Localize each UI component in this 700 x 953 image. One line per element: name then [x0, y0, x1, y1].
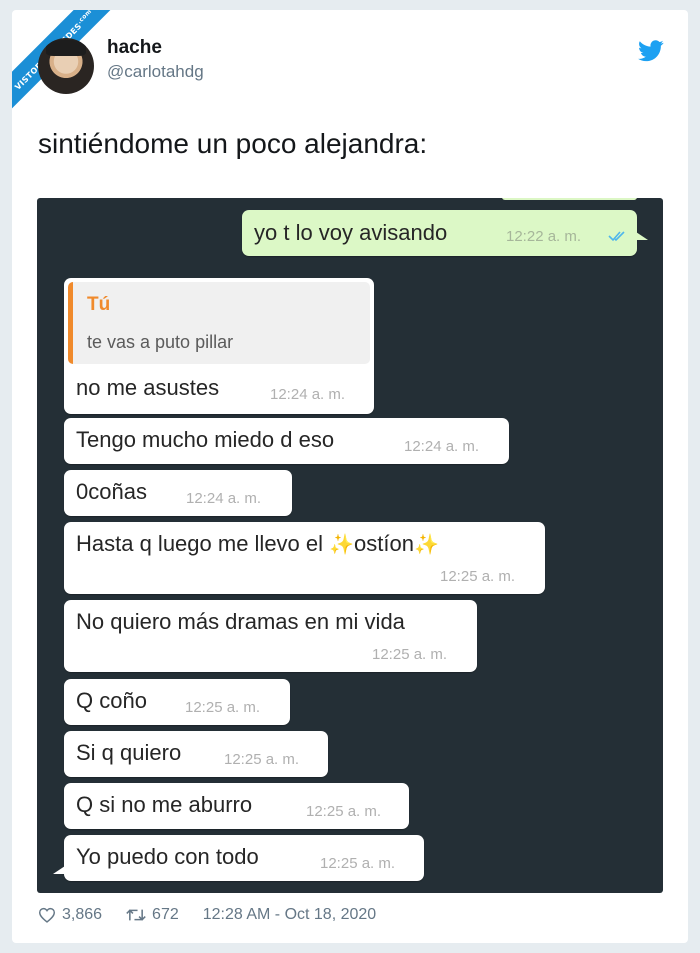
message-text: 0coñas: [76, 479, 147, 504]
message-text: Hasta q luego me llevo el ✨ostíon✨: [76, 531, 439, 557]
message-text: yo t lo voy avisando: [254, 220, 448, 245]
twitter-bird-icon[interactable]: [638, 40, 664, 62]
tweet-text: sintiéndome un poco alejandra:: [38, 128, 428, 159]
message-text: Q coño: [76, 688, 147, 713]
incoming-message: Hasta q luego me llevo el ✨ostíon✨ 12:25…: [64, 522, 545, 594]
user-handle[interactable]: @carlotahdg: [107, 62, 204, 82]
sparkles-icon: ✨: [329, 534, 355, 556]
message-text: Q si no me aburro: [76, 792, 253, 817]
message-time: 12:25 a. m.: [440, 568, 516, 585]
message-time: 12:24 a. m.: [404, 438, 480, 455]
message-time: 12:25 a. m.: [224, 751, 300, 768]
retweet-count[interactable]: 672: [152, 906, 179, 924]
tweet-footer: 3,866 672 12:28 AM - Oct 18, 2020: [38, 906, 376, 924]
avatar[interactable]: [38, 38, 94, 94]
outgoing-message: yo t lo voy avisando 12:22 a. m.: [242, 210, 637, 256]
incoming-message: Yo puedo con todo 12:25 a. m.: [64, 835, 424, 881]
message-time: 12:25 a. m.: [372, 646, 448, 663]
reply-message: Tú te vas a puto pillar no me asustes 12…: [64, 278, 374, 414]
retweet-icon[interactable]: [126, 907, 146, 923]
user-name[interactable]: hache: [107, 37, 162, 59]
incoming-message: Tengo mucho miedo d eso 12:24 a. m.: [64, 418, 509, 464]
incoming-message: Q coño 12:25 a. m.: [64, 679, 290, 725]
message-text: Tengo mucho miedo d eso: [76, 427, 335, 452]
quoted-message[interactable]: Tú te vas a puto pillar: [68, 282, 370, 364]
message-text-part: Hasta q luego me llevo el: [76, 531, 330, 556]
incoming-message: Q si no me aburro 12:25 a. m.: [64, 783, 409, 829]
message-time: 12:25 a. m.: [185, 699, 261, 716]
message-time: 12:24 a. m.: [186, 490, 262, 507]
like-count[interactable]: 3,866: [62, 906, 102, 924]
message-time: 12:24 a. m.: [270, 386, 346, 403]
message-time: 12:25 a. m.: [306, 803, 382, 820]
message-time: 12:25 a. m.: [320, 855, 396, 872]
message-text-part: ostíon: [354, 531, 414, 556]
tweet-timestamp[interactable]: 12:28 AM - Oct 18, 2020: [203, 906, 376, 924]
incoming-message: No quiero más dramas en mi vida 12:25 a.…: [64, 600, 477, 672]
message-text: No quiero más dramas en mi vida: [76, 609, 405, 634]
incoming-message: 0coñas 12:24 a. m.: [64, 470, 292, 516]
watermark-suffix: .com: [75, 10, 94, 26]
sparkles-icon: ✨: [413, 534, 439, 556]
message-time: 12:22 a. m.: [506, 228, 582, 245]
message-text: no me asustes: [76, 375, 220, 400]
previous-bubble-edge: [502, 198, 637, 200]
chat-screenshot: yo t lo voy avisando 12:22 a. m. Tú te v…: [37, 198, 663, 893]
quote-text: te vas a puto pillar: [87, 332, 234, 352]
double-check-icon: [608, 231, 625, 242]
heart-icon[interactable]: [38, 907, 56, 923]
outgoing-bubble-tail: [636, 232, 648, 240]
incoming-bubble-tail: [53, 866, 65, 874]
incoming-message: Si q quiero 12:25 a. m.: [64, 731, 328, 777]
message-text: Si q quiero: [76, 740, 182, 765]
message-text: Yo puedo con todo: [76, 844, 259, 869]
quote-author: Tú: [87, 294, 111, 315]
